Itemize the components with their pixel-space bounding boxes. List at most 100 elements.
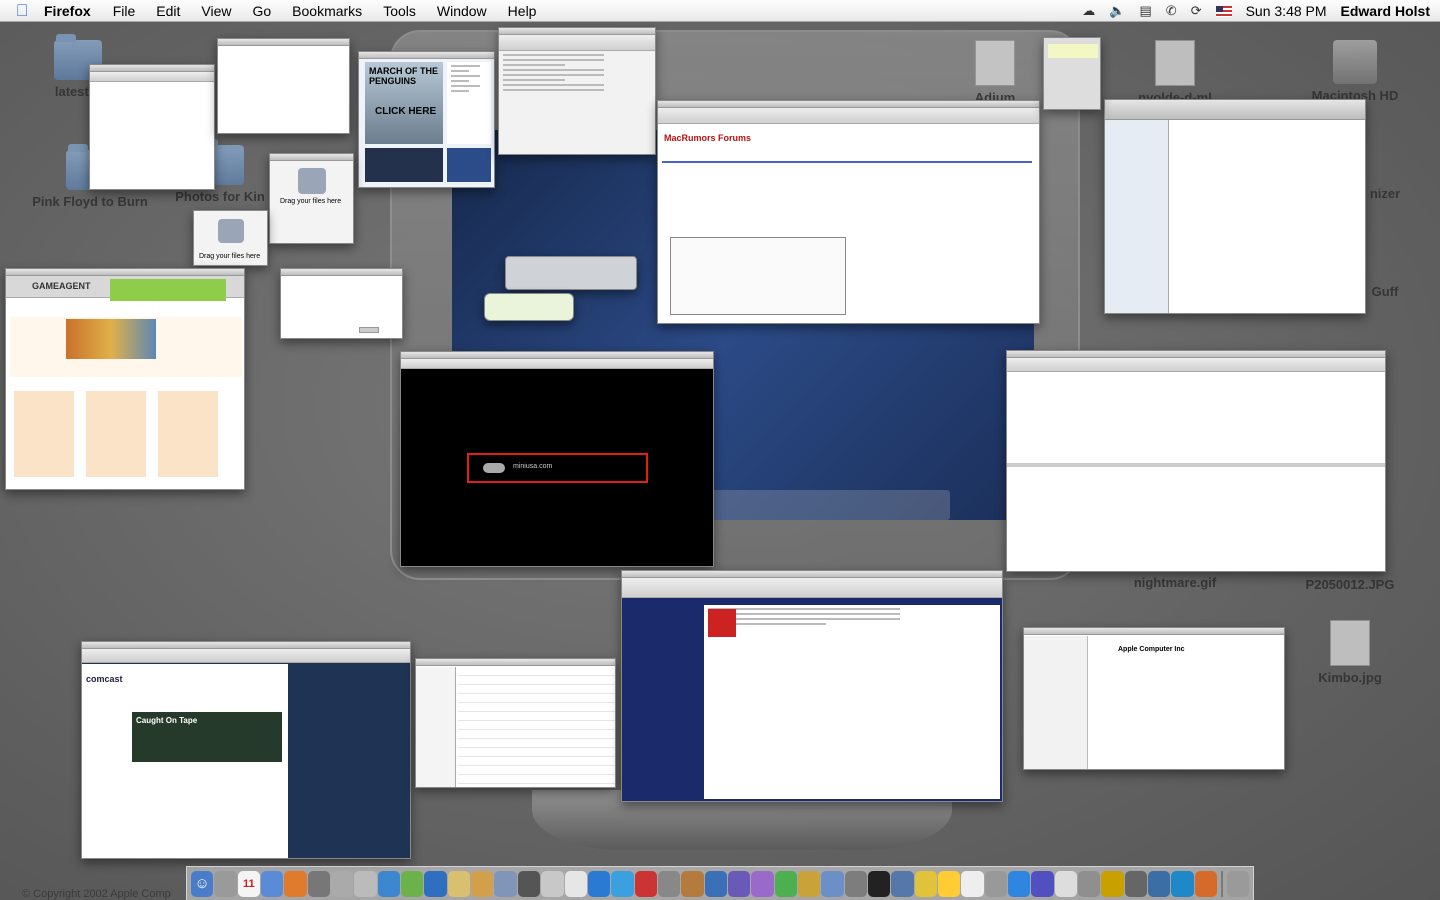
dock-item-icon[interactable]	[961, 870, 984, 897]
dock-item-icon[interactable]	[1008, 870, 1031, 897]
desktop-icon-nightmare[interactable]: nightmare.gif	[1125, 575, 1225, 590]
dock-item-icon[interactable]	[938, 870, 961, 897]
window-penguins-ad[interactable]: MARCH OF THE PENGUINS CLICK HERE	[358, 51, 495, 188]
dock-item-icon[interactable]	[214, 870, 237, 897]
window-dialog[interactable]	[280, 268, 403, 339]
desktop-icon-installer[interactable]: nvolde-d-ml	[1120, 40, 1230, 105]
window-widget-mini[interactable]	[484, 293, 574, 321]
dock-item-icon[interactable]	[447, 870, 471, 897]
window-textedit-2[interactable]	[217, 38, 350, 134]
mail-icon[interactable]	[424, 870, 447, 897]
menu-bookmarks[interactable]: Bookmarks	[292, 3, 362, 19]
gameagent-logo[interactable]: GAMEAGENT	[32, 281, 91, 291]
dock-item-icon[interactable]	[914, 870, 937, 897]
menu-help[interactable]: Help	[508, 3, 537, 19]
dock-item-icon[interactable]	[354, 870, 377, 897]
volume-icon[interactable]: 🔈	[1109, 3, 1125, 19]
dock-item-icon[interactable]	[564, 870, 587, 897]
comcast-logo[interactable]: comcast	[86, 674, 123, 684]
window-drag-files-2[interactable]: Drag your files here	[193, 210, 268, 266]
dock-item-icon[interactable]	[727, 870, 751, 897]
dock-item-icon[interactable]	[634, 870, 657, 897]
comcast-feature[interactable]: Caught On Tape	[132, 712, 282, 762]
window-ordo[interactable]	[621, 570, 1003, 802]
phone-icon[interactable]: ✆	[1166, 3, 1177, 19]
penguins-ad-banner[interactable]: MARCH OF THE PENGUINS CLICK HERE	[365, 62, 443, 144]
menu-user[interactable]: Edward Holst	[1341, 3, 1430, 19]
trash-icon[interactable]	[1226, 870, 1250, 897]
us-flag-input-icon[interactable]	[1215, 5, 1232, 17]
dock-item-icon[interactable]	[307, 870, 331, 897]
system-prefs-icon[interactable]	[844, 870, 867, 897]
dock-item-icon[interactable]	[681, 870, 704, 897]
apple-menu-icon[interactable]: 	[0, 1, 44, 21]
comcast-headline[interactable]: Caught On Tape	[136, 716, 197, 725]
dock-item-icon[interactable]	[1171, 870, 1194, 897]
macrumors-logo[interactable]: MacRumors Forums	[664, 133, 751, 143]
window-miniusa[interactable]: miniusa.com	[400, 351, 714, 567]
menu-go[interactable]: Go	[252, 3, 271, 19]
window-gameagent[interactable]: GAMEAGENT	[5, 268, 245, 490]
dock-item-icon[interactable]	[774, 870, 797, 897]
dock-item-icon[interactable]	[377, 870, 401, 897]
window-apple-computer[interactable]: Apple Computer Inc	[1023, 627, 1285, 770]
sync-icon[interactable]: ⟳	[1191, 3, 1202, 19]
dock-item-icon[interactable]	[517, 870, 541, 897]
dock-item-icon[interactable]	[1194, 870, 1218, 897]
window-system-preferences[interactable]	[498, 27, 656, 155]
itunes-icon[interactable]	[587, 870, 611, 897]
desktop-icon-adium[interactable]: Adium	[955, 40, 1035, 105]
macrumors-editor[interactable]	[670, 237, 846, 315]
menu-tools[interactable]: Tools	[383, 3, 416, 19]
ichat-icon[interactable]	[751, 870, 774, 897]
dock-item-icon[interactable]	[657, 870, 681, 897]
menu-view[interactable]: View	[201, 3, 231, 19]
window-itunes[interactable]	[1104, 99, 1366, 314]
spreadsheet-grid[interactable]	[458, 667, 615, 787]
window-drag-files-1[interactable]: Drag your files here	[269, 153, 354, 244]
dock-item-icon[interactable]	[401, 870, 424, 897]
dock-item-icon[interactable]	[261, 870, 284, 897]
dock-item-icon[interactable]	[1101, 870, 1124, 897]
firefox-icon[interactable]	[284, 870, 307, 897]
dock-item-icon[interactable]	[1124, 870, 1148, 897]
desktop-icon-p2050[interactable]: P2050012.JPG	[1295, 577, 1405, 592]
desktop-icon-macintosh-hd[interactable]: Macintosh HD	[1300, 40, 1410, 103]
window-widget-bar[interactable]	[505, 256, 637, 290]
miniusa-logo-box[interactable]: miniusa.com	[467, 453, 648, 483]
dock-item-icon[interactable]	[1031, 870, 1054, 897]
window-comcast[interactable]: comcast Caught On Tape	[81, 641, 411, 859]
dock-item-icon[interactable]	[1078, 870, 1101, 897]
dialog-button[interactable]	[359, 327, 379, 333]
dock-item-icon[interactable]	[797, 870, 821, 897]
finder-icon[interactable]: ☺	[191, 870, 214, 897]
calendar-icon[interactable]: 11	[237, 870, 261, 897]
menu-clock[interactable]: Sun 3:48 PM	[1246, 3, 1327, 19]
terminal-icon[interactable]	[867, 870, 891, 897]
window-textedit-1[interactable]	[89, 64, 215, 190]
desktop-icon-kimbo[interactable]: Kimbo.jpg	[1310, 620, 1390, 685]
dock-item-icon[interactable]	[821, 870, 844, 897]
dock-item-icon[interactable]	[541, 870, 564, 897]
dock-item-icon[interactable]	[704, 870, 727, 897]
dock-item-icon[interactable]	[891, 870, 914, 897]
window-calculator[interactable]	[1043, 37, 1101, 110]
menu-file[interactable]: File	[113, 3, 136, 19]
dock-item-icon[interactable]	[1054, 870, 1078, 897]
penguins-click-here[interactable]: CLICK HERE	[375, 106, 436, 117]
window-spreadsheet[interactable]	[415, 658, 616, 788]
dock-item-icon[interactable]	[471, 870, 494, 897]
gameagent-banner[interactable]	[110, 279, 226, 301]
dock-item-icon[interactable]	[984, 870, 1008, 897]
menu-window[interactable]: Window	[437, 3, 487, 19]
menu-edit[interactable]: Edit	[156, 3, 180, 19]
window-editor[interactable]	[1006, 350, 1386, 572]
bubble-icon[interactable]: ☁	[1082, 3, 1095, 19]
window-macrumors[interactable]: MacRumors Forums	[657, 100, 1040, 324]
safari-icon[interactable]	[611, 870, 634, 897]
dock-item-icon[interactable]	[494, 870, 517, 897]
app-menu[interactable]: Firefox	[44, 3, 91, 19]
dock-item-icon[interactable]	[331, 870, 354, 897]
dock-item-icon[interactable]	[1148, 870, 1171, 897]
display-icon[interactable]: ▤	[1139, 3, 1151, 19]
